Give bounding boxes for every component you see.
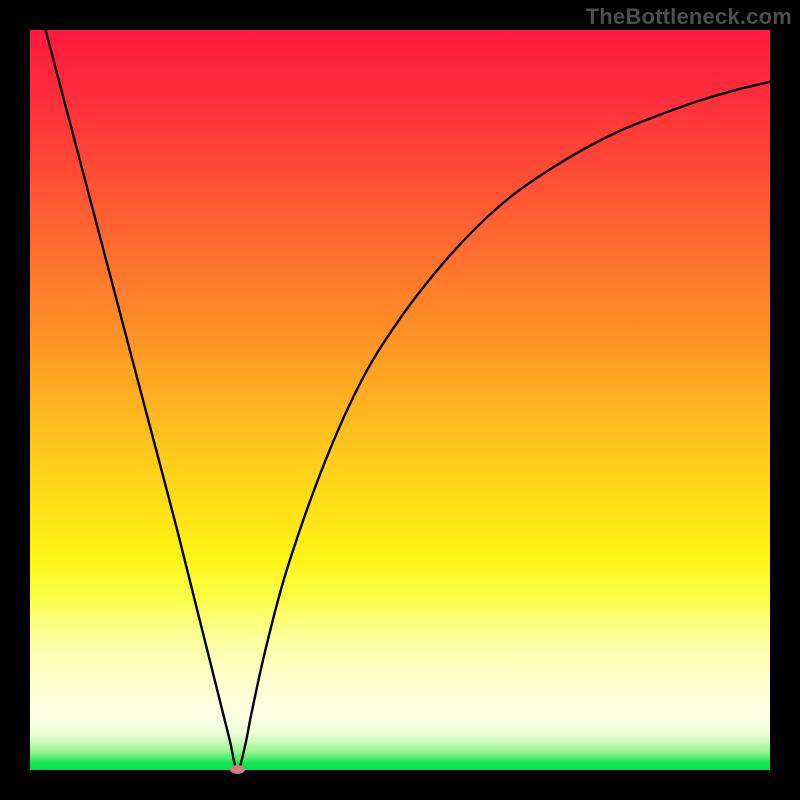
optimum-marker: [230, 765, 245, 774]
watermark-text: TheBottleneck.com: [586, 4, 792, 30]
chart-frame: TheBottleneck.com: [0, 0, 800, 800]
bottleneck-curve: [30, 30, 770, 770]
plot-area: [30, 30, 770, 770]
